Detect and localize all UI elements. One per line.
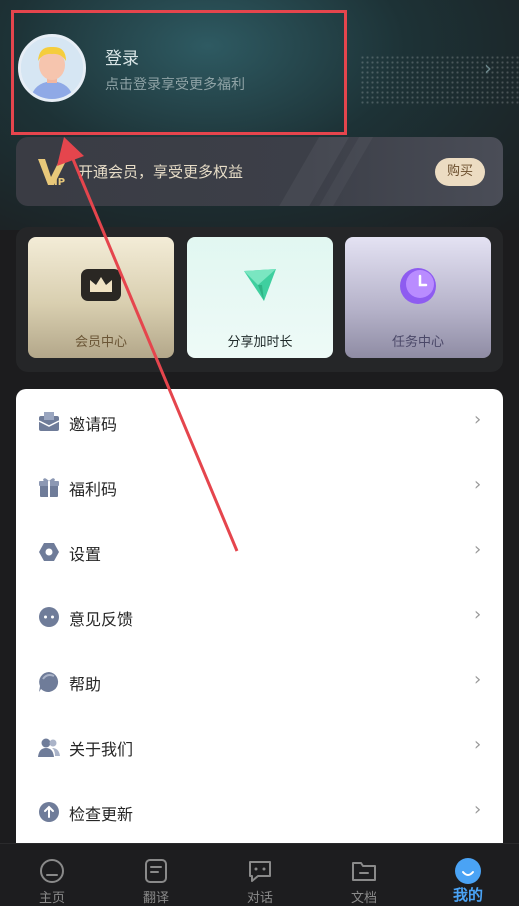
tab-documents[interactable]: 文档 (312, 844, 416, 906)
tab-label: 翻译 (142, 891, 169, 906)
buy-button[interactable]: 购买 (435, 158, 485, 186)
share-time-card[interactable]: 分享加时长 (187, 237, 333, 358)
update-arrow-icon (39, 802, 59, 822)
menu-item-welfare-code[interactable]: 福利码 › (16, 454, 503, 519)
menu-item-feedback[interactable]: 意见反馈 › (16, 584, 503, 649)
chevron-right-icon: › (474, 539, 482, 560)
svg-text:IP: IP (54, 177, 65, 188)
card-label: 会员中心 (74, 335, 127, 350)
menu-label: 邀请码 (69, 415, 118, 434)
translate-doc-icon (145, 859, 167, 883)
card-label: 分享加时长 (227, 335, 293, 350)
vip-banner[interactable]: IP 开通会员，享受更多权益 购买 (16, 137, 503, 206)
invite-envelope-icon (38, 412, 60, 431)
task-center-card[interactable]: 任务中心 (345, 237, 491, 358)
folder-icon (352, 862, 376, 881)
crown-icon (81, 269, 121, 301)
settings-menu: 邀请码 › 福利码 › 设置 › 意见反馈 › 帮助 › 关于我们 › 检查更新… (16, 389, 503, 843)
chevron-right-icon: › (474, 669, 482, 690)
tab-translate[interactable]: 翻译 (104, 844, 208, 906)
feature-cards-panel: 会员中心 分享加时长 任务中心 (16, 227, 503, 372)
vip-logo-icon: IP (38, 159, 67, 188)
gift-icon (39, 478, 59, 497)
chat-icon (249, 861, 271, 882)
chevron-right-icon: › (484, 56, 492, 80)
menu-item-invite-code[interactable]: 邀请码 › (16, 389, 503, 454)
tab-label: 文档 (350, 891, 377, 906)
menu-label: 帮助 (69, 675, 102, 694)
tab-label: 我的 (452, 886, 483, 904)
menu-item-check-update[interactable]: 检查更新 › (16, 779, 503, 844)
feedback-chat-icon (39, 607, 59, 627)
menu-label: 设置 (69, 545, 102, 564)
member-center-card[interactable]: 会员中心 (28, 237, 174, 358)
menu-label: 福利码 (69, 480, 118, 499)
menu-item-help[interactable]: 帮助 › (16, 649, 503, 714)
profile-smile-icon (455, 858, 481, 884)
menu-label: 检查更新 (69, 805, 134, 824)
menu-label: 意见反馈 (69, 610, 134, 629)
tab-label: 对话 (246, 891, 273, 906)
vip-promo-text: 开通会员，享受更多权益 (78, 163, 244, 181)
settings-hex-icon (39, 543, 59, 561)
annotation-highlight-box (11, 10, 347, 135)
menu-item-about-us[interactable]: 关于我们 › (16, 714, 503, 779)
chevron-right-icon: › (474, 604, 482, 625)
clock-icon (400, 268, 436, 304)
tab-label: 主页 (38, 891, 65, 906)
chevron-right-icon: › (474, 474, 482, 495)
home-icon (40, 859, 64, 883)
help-bubble-icon (39, 672, 59, 692)
chevron-right-icon: › (474, 734, 482, 755)
about-users-icon (38, 738, 60, 757)
bottom-tab-bar: 主页 翻译 对话 文档 我的 (0, 843, 519, 906)
tab-home[interactable]: 主页 (0, 844, 104, 906)
chevron-right-icon: › (474, 409, 482, 430)
chevron-right-icon: › (474, 799, 482, 820)
tab-chat[interactable]: 对话 (208, 844, 312, 906)
menu-item-settings[interactable]: 设置 › (16, 519, 503, 584)
card-label: 任务中心 (391, 335, 444, 350)
share-plane-icon (244, 269, 276, 301)
tab-mine[interactable]: 我的 (416, 844, 519, 906)
menu-label: 关于我们 (69, 740, 134, 759)
